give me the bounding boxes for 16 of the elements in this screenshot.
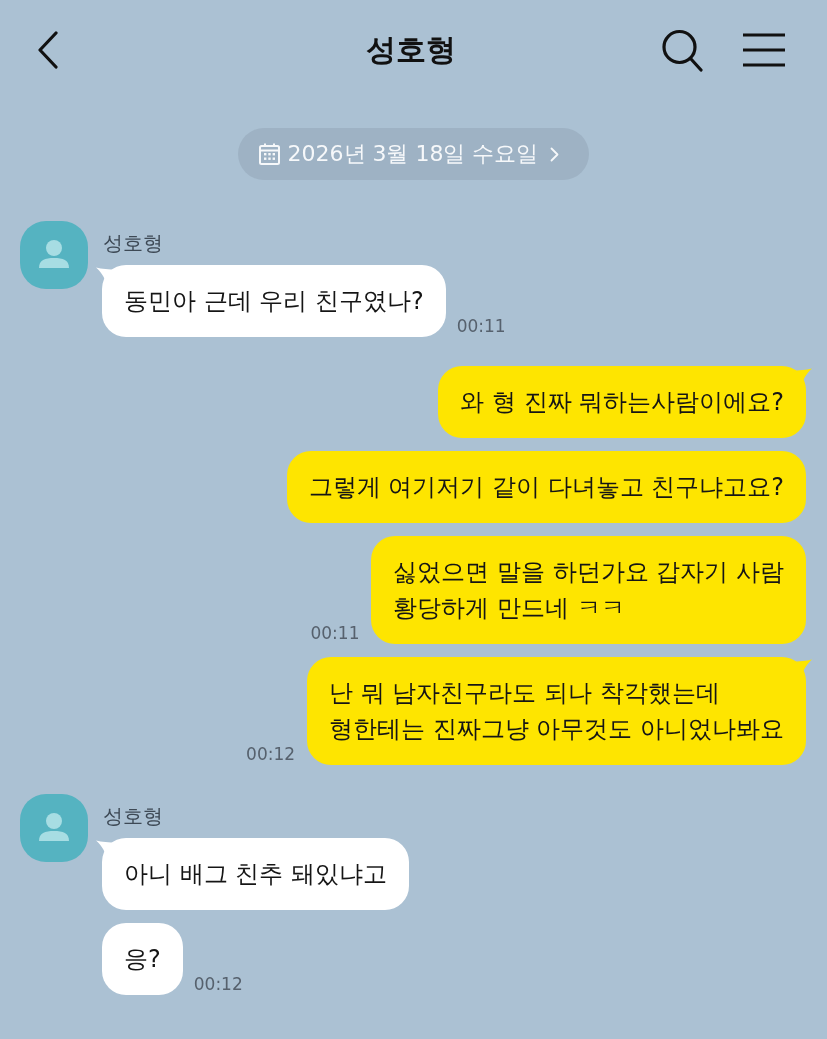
menu-icon[interactable] xyxy=(743,33,785,67)
message-bubble: 싫었으면 말을 하던가요 갑자기 사람 황당하게 만드네 ㅋㅋ xyxy=(371,536,806,644)
message-time: 00:12 xyxy=(193,974,243,994)
back-icon[interactable] xyxy=(37,31,59,69)
message-time: 00:11 xyxy=(456,316,506,336)
sender-name: 성호형 xyxy=(103,804,163,828)
message-time: 00:12 xyxy=(246,744,296,764)
search-icon[interactable] xyxy=(662,28,703,72)
chat-title: 성호형 xyxy=(366,31,456,69)
date-button[interactable]: 2026년 3월 18일 수요일 xyxy=(237,128,590,180)
message-bubble: 그렇게 여기저기 같이 다녀놓고 친구냐고요? xyxy=(286,451,806,523)
message-bubble: 응? xyxy=(102,923,183,995)
message-time: 00:11 xyxy=(310,623,360,643)
calendar-icon xyxy=(258,143,280,165)
sender-name: 성호형 xyxy=(103,231,163,255)
chevron-right-icon xyxy=(550,146,560,162)
